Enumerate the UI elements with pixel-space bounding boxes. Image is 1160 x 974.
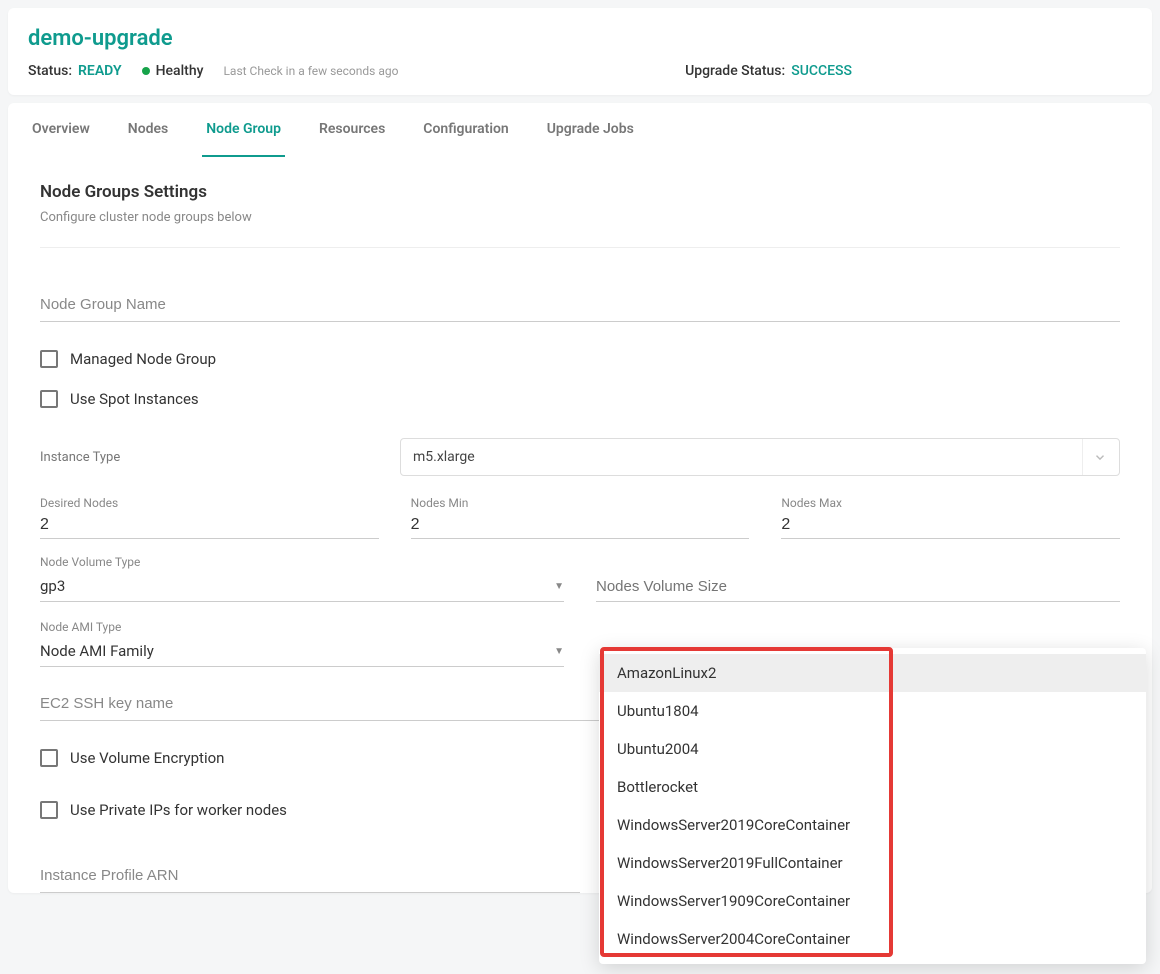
instance-type-select[interactable]: m5.xlarge — [400, 438, 1120, 476]
use-volume-encryption-label: Use Volume Encryption — [70, 749, 224, 767]
settings-desc: Configure cluster node groups below — [40, 210, 1120, 225]
use-spot-instances-label: Use Spot Instances — [70, 390, 199, 408]
desired-nodes-col: Desired Nodes — [40, 496, 379, 539]
managed-node-group-checkbox[interactable] — [40, 350, 58, 368]
nodes-min-input[interactable] — [411, 512, 750, 539]
nodes-min-col: Nodes Min — [411, 496, 750, 539]
instance-type-value: m5.xlarge — [413, 449, 475, 465]
node-volume-type-col: Node Volume Type gp3 ▼ — [40, 555, 564, 602]
node-ami-type-col: Node AMI Type Node AMI Family ▼ — [40, 620, 564, 667]
last-check-text: Last Check in a few seconds ago — [223, 64, 398, 78]
tab-upgrade-jobs[interactable]: Upgrade Jobs — [543, 103, 638, 157]
node-ami-family-value: Node AMI Family — [40, 642, 154, 660]
health-dot-icon — [142, 67, 150, 75]
dropdown-option[interactable]: WindowsServer2004CoreContainer — [599, 920, 1146, 958]
tab-node-group[interactable]: Node Group — [202, 103, 285, 157]
node-group-name-input[interactable] — [40, 288, 1120, 322]
desired-nodes-input[interactable] — [40, 512, 379, 539]
tabs-bar: Overview Nodes Node Group Resources Conf… — [8, 103, 1152, 158]
node-volume-type-value: gp3 — [40, 577, 65, 595]
status-block: Status: READY — [28, 63, 122, 79]
upgrade-status-value: SUCCESS — [791, 63, 852, 79]
node-counts-row: Desired Nodes Nodes Min Nodes Max — [40, 496, 1120, 539]
dropdown-option[interactable]: WindowsServer2019FullContainer — [599, 844, 1146, 882]
dropdown-option[interactable]: Ubuntu1804 — [599, 692, 1146, 730]
nodes-max-label: Nodes Max — [781, 496, 1120, 510]
nodes-volume-size-col — [596, 555, 1120, 602]
status-label: Status: — [28, 63, 72, 79]
tab-resources[interactable]: Resources — [315, 103, 389, 157]
tab-overview[interactable]: Overview — [28, 103, 94, 157]
use-private-ips-label: Use Private IPs for worker nodes — [70, 801, 287, 819]
node-ami-type-label: Node AMI Type — [40, 620, 564, 634]
node-volume-type-label: Node Volume Type — [40, 555, 564, 569]
health-text: Healthy — [156, 63, 204, 79]
health-block: Healthy — [142, 63, 204, 79]
nodes-max-col: Nodes Max — [781, 496, 1120, 539]
managed-node-group-label: Managed Node Group — [70, 350, 216, 368]
tab-configuration[interactable]: Configuration — [419, 103, 512, 157]
node-group-name-field-wrap — [40, 288, 1120, 322]
use-volume-encryption-checkbox[interactable] — [40, 749, 58, 767]
use-spot-instances-row: Use Spot Instances — [40, 390, 1120, 408]
dropdown-option[interactable]: AmazonLinux2 — [599, 654, 1146, 692]
managed-node-group-row: Managed Node Group — [40, 350, 1120, 368]
volume-row: Node Volume Type gp3 ▼ — [40, 555, 1120, 602]
instance-type-row: Instance Type m5.xlarge — [40, 438, 1120, 476]
upgrade-status-block: Upgrade Status: SUCCESS — [685, 63, 1132, 79]
desired-nodes-label: Desired Nodes — [40, 496, 379, 510]
status-row: Status: READY Healthy Last Check in a fe… — [28, 63, 1132, 79]
chevron-down-icon — [1082, 439, 1107, 475]
upgrade-status-label: Upgrade Status: — [685, 63, 785, 79]
section-divider — [40, 247, 1120, 248]
status-value: READY — [78, 63, 122, 79]
nodes-min-label: Nodes Min — [411, 496, 750, 510]
dropdown-option[interactable]: WindowsServer1909CoreContainer — [599, 882, 1146, 920]
caret-down-icon: ▼ — [554, 581, 564, 592]
instance-profile-arn-wrap — [40, 859, 580, 893]
use-spot-instances-checkbox[interactable] — [40, 390, 58, 408]
instance-type-label: Instance Type — [40, 450, 380, 465]
use-private-ips-checkbox[interactable] — [40, 801, 58, 819]
dropdown-option[interactable]: WindowsServer2019CoreContainer — [599, 806, 1146, 844]
dropdown-option[interactable]: Ubuntu2004 — [599, 730, 1146, 768]
tab-nodes[interactable]: Nodes — [124, 103, 172, 157]
caret-down-icon: ▼ — [554, 646, 564, 657]
cluster-title[interactable]: demo-upgrade — [28, 26, 1132, 51]
cluster-header: demo-upgrade Status: READY Healthy Last … — [8, 8, 1152, 95]
instance-profile-arn-input[interactable] — [40, 859, 580, 893]
nodes-max-input[interactable] — [781, 512, 1120, 539]
ami-family-dropdown: AmazonLinux2 Ubuntu1804 Ubuntu2004 Bottl… — [599, 648, 1146, 964]
node-ami-family-select[interactable]: Node AMI Family ▼ — [40, 636, 564, 667]
settings-title: Node Groups Settings — [40, 182, 1120, 202]
node-volume-type-select[interactable]: gp3 ▼ — [40, 571, 564, 602]
nodes-volume-size-input[interactable] — [596, 572, 1120, 602]
dropdown-option[interactable]: Bottlerocket — [599, 768, 1146, 806]
settings-header: Node Groups Settings Configure cluster n… — [8, 158, 1152, 288]
